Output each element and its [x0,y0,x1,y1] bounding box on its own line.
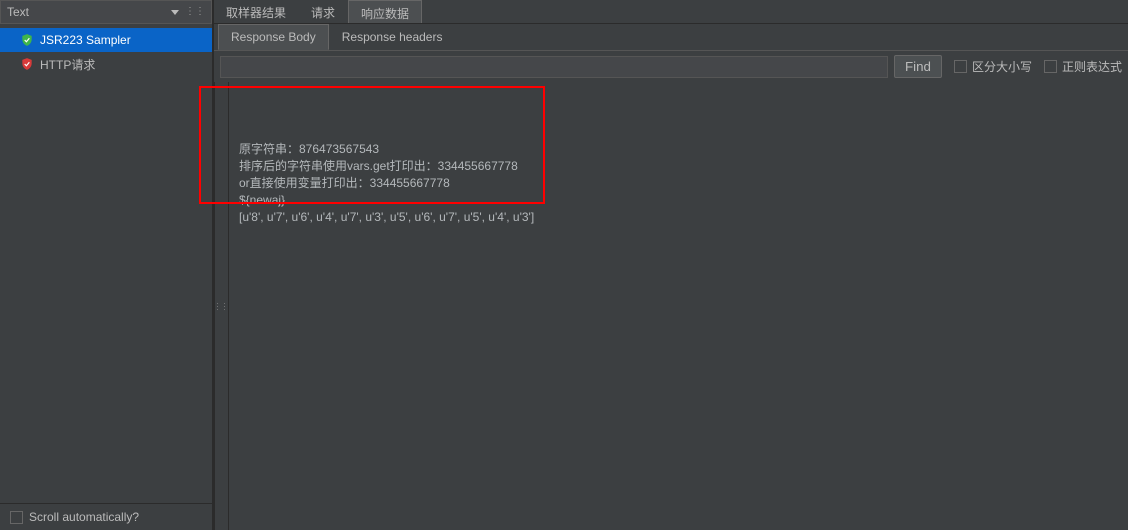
scroll-auto-label: Scroll automatically? [29,510,139,524]
response-body-text[interactable]: 原字符串：876473567543排序后的字符串使用vars.get打印出：33… [229,82,1128,530]
grip-icon: · ·· ·· · [216,302,227,311]
result-tree: JSR223 Sampler HTTP请求 [0,24,212,503]
shield-icon [20,57,34,71]
drag-handle-icon[interactable]: ⋮⋮ [185,9,205,15]
tree-item-label: HTTP请求 [40,56,95,73]
regex-label: 正则表达式 [1062,58,1122,75]
splitter-gutter[interactable]: · ·· ·· · [215,82,229,530]
regex-option[interactable]: 正则表达式 [1044,58,1122,75]
response-line: ${newaj} [239,192,1118,209]
tree-item[interactable]: JSR223 Sampler [0,28,212,52]
response-line: 排序后的字符串使用vars.get打印出：334455667778 [239,158,1118,175]
response-line: or直接使用变量打印出：334455667778 [239,175,1118,192]
top-tabs: 取样器结果请求响应数据 [214,0,1128,24]
tree-item-label: JSR223 Sampler [40,33,131,47]
top-tab[interactable]: 取样器结果 [214,0,299,23]
sub-tab[interactable]: Response headers [329,24,456,50]
response-line: [u'8', u'7', u'6', u'4', u'7', u'3', u'5… [239,209,1118,226]
sub-tab[interactable]: Response Body [218,24,329,50]
find-button[interactable]: Find [894,55,942,78]
case-checkbox[interactable] [954,60,967,73]
content-area: · ·· ·· · 原字符串：876473567543排序后的字符串使用vars… [214,82,1128,530]
footer-bar: Scroll automatically? [0,503,212,530]
response-line: 原字符串：876473567543 [239,141,1118,158]
search-row: Find 区分大小写 正则表达式 [214,50,1128,82]
dropdown-label: Text [7,5,29,19]
top-tab[interactable]: 响应数据 [348,0,422,23]
left-panel: Text ⋮⋮ JSR223 Sampler HTTP请求 Scroll auto… [0,0,214,530]
case-label: 区分大小写 [972,58,1032,75]
shield-icon [20,33,34,47]
regex-checkbox[interactable] [1044,60,1057,73]
right-panel: 取样器结果请求响应数据 Response BodyResponse header… [214,0,1128,530]
sub-tabs: Response BodyResponse headers [214,24,1128,50]
case-sensitive-option[interactable]: 区分大小写 [954,58,1032,75]
tree-item[interactable]: HTTP请求 [0,52,212,76]
scroll-auto-checkbox[interactable] [10,511,23,524]
search-input[interactable] [220,56,888,78]
view-mode-dropdown[interactable]: Text ⋮⋮ [0,0,212,24]
top-tab[interactable]: 请求 [299,0,348,23]
chevron-down-icon [171,10,179,15]
